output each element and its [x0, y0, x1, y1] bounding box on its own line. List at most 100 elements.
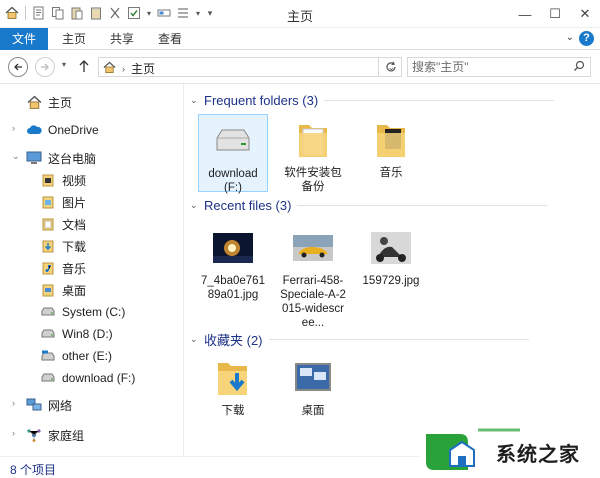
tile-music-folder[interactable]: 音乐 [356, 114, 426, 192]
folder-icon [356, 114, 426, 166]
video-folder-icon [40, 172, 56, 188]
downloads-folder-icon [198, 352, 268, 404]
nav-item-label: 这台电脑 [48, 151, 97, 166]
ribbon-expand-icon[interactable]: ⌄ [566, 32, 574, 43]
nav-item-home[interactable]: 主页 [26, 92, 72, 112]
nav-item-drive-f[interactable]: download (F:) [40, 368, 135, 388]
nav-item-label: 网络 [48, 398, 73, 413]
breadcrumb-home[interactable]: 主页 [131, 60, 155, 77]
nav-item-label: Win8 (D:) [62, 327, 113, 341]
group-header-recent-files[interactable]: ⌄ Recent files (3) [190, 195, 590, 215]
nav-item-homegroup[interactable]: › 家庭组 [12, 425, 85, 445]
nav-item-label: 家庭组 [48, 428, 85, 443]
chevron-right-icon[interactable]: › [12, 123, 15, 133]
nav-item-drive-e[interactable]: other (E:) [40, 346, 112, 366]
network-icon [26, 397, 42, 413]
nav-item-videos[interactable]: 视频 [40, 170, 86, 190]
tab-view[interactable]: 查看 [148, 28, 192, 50]
nav-item-label: 图片 [62, 195, 87, 210]
nav-item-drive-c[interactable]: System (C:) [40, 302, 125, 322]
back-button[interactable] [8, 57, 28, 77]
tab-home[interactable]: 主页 [52, 28, 96, 50]
computer-icon [26, 150, 42, 166]
group-divider [297, 204, 548, 206]
search-input[interactable] [412, 59, 562, 75]
desktop-icon [278, 352, 348, 404]
image-thumbnail-icon [198, 222, 268, 274]
music-folder-icon [40, 260, 56, 276]
nav-item-label: System (C:) [62, 305, 126, 319]
forward-button[interactable] [35, 57, 55, 77]
tile-favorite-downloads[interactable]: 下载 [198, 352, 268, 417]
nav-item-drive-d[interactable]: Win8 (D:) [40, 324, 113, 344]
cloud-icon [26, 122, 42, 138]
nav-item-label: 文档 [62, 217, 87, 232]
chevron-down-icon[interactable]: ⌄ [12, 151, 20, 162]
chevron-down-icon[interactable]: ⌄ [190, 200, 204, 211]
folder-icon [278, 114, 348, 166]
group-header-favorites[interactable]: ⌄ 收藏夹 (2) [190, 329, 590, 349]
nav-item-network[interactable]: › 网络 [12, 395, 73, 415]
tile-software-backup-folder[interactable]: 软件安装包备份 [278, 114, 348, 193]
close-button[interactable]: ✕ [570, 0, 600, 28]
tile-label: 软件安装包备份 [284, 167, 342, 193]
tile-label: Ferrari-458-Speciale-A-2015-widescree... [280, 275, 346, 329]
arrow-left-icon [14, 63, 22, 71]
tile-label: 桌面 [301, 405, 325, 417]
up-arrow-icon[interactable] [78, 59, 90, 76]
tile-image-file[interactable]: Ferrari-458-Speciale-A-2015-widescree... [278, 222, 348, 329]
drive-icon [40, 348, 56, 364]
group-title: Frequent folders (3) [204, 92, 319, 108]
tile-image-file[interactable]: 7_4ba0e76189a01.jpg [198, 222, 268, 322]
group-title: 收藏夹 (2) [204, 332, 263, 348]
address-bar[interactable]: › 主页 ⌄ [98, 57, 402, 77]
arrow-right-icon [41, 63, 49, 71]
tile-label: 159729.jpg [362, 275, 420, 287]
refresh-button[interactable] [378, 57, 402, 77]
nav-item-label: 视频 [62, 173, 87, 188]
chevron-down-icon[interactable]: ⌄ [190, 334, 204, 345]
tile-label: 7_4ba0e76189a01.jpg [201, 275, 265, 301]
image-thumbnail-icon [278, 222, 348, 274]
nav-item-label: 主页 [48, 95, 73, 110]
item-count: 8 个项目 [10, 463, 57, 477]
chevron-right-icon[interactable]: › [122, 64, 125, 74]
home-icon [103, 61, 116, 77]
nav-item-documents[interactable]: 文档 [40, 214, 86, 234]
downloads-folder-icon [40, 238, 56, 254]
nav-item-label: download (F:) [62, 371, 136, 385]
chevron-right-icon[interactable]: › [12, 398, 15, 408]
nav-item-label: 下载 [62, 239, 87, 254]
maximize-button[interactable]: ☐ [540, 0, 570, 28]
group-title: Recent files (3) [204, 197, 292, 213]
title-bar: ▾ ▾ ▾ 主页 — ☐ ✕ [0, 0, 600, 28]
tab-share[interactable]: 共享 [100, 28, 144, 50]
documents-folder-icon [40, 216, 56, 232]
minimize-button[interactable]: — [510, 0, 540, 28]
navigation-pane: 主页 › OneDrive ⌄ 这台电脑 视频 图片 文档 下载 音乐 桌面 S… [0, 84, 184, 456]
nav-item-music[interactable]: 音乐 [40, 258, 86, 278]
group-divider [268, 338, 529, 340]
refresh-icon [385, 61, 396, 72]
nav-item-desktop[interactable]: 桌面 [40, 280, 86, 300]
search-icon[interactable] [573, 60, 585, 75]
chevron-down-icon[interactable]: ⌄ [190, 95, 204, 106]
group-header-frequent-folders[interactable]: ⌄ Frequent folders (3) [190, 90, 590, 110]
help-button[interactable]: ? [579, 31, 594, 46]
recent-locations-icon[interactable]: ▾ [62, 60, 66, 69]
chevron-right-icon[interactable]: › [12, 428, 15, 438]
tile-download-drive[interactable]: download (F:) [198, 114, 268, 194]
nav-item-label: other (E:) [62, 349, 113, 363]
nav-item-downloads[interactable]: 下载 [40, 236, 86, 256]
drive-icon [40, 326, 56, 342]
home-icon [26, 94, 42, 110]
tile-favorite-desktop[interactable]: 桌面 [278, 352, 348, 417]
nav-item-pictures[interactable]: 图片 [40, 192, 86, 212]
content-pane: ⌄ Frequent folders (3) download (F:) 软件安… [190, 84, 600, 456]
tab-file[interactable]: 文件 [0, 28, 48, 50]
nav-item-this-pc[interactable]: ⌄ 这台电脑 [12, 148, 97, 168]
tile-image-file[interactable]: 159729.jpg [356, 222, 426, 322]
desktop-folder-icon [40, 282, 56, 298]
nav-item-onedrive[interactable]: › OneDrive [12, 120, 99, 140]
search-box [407, 57, 591, 77]
